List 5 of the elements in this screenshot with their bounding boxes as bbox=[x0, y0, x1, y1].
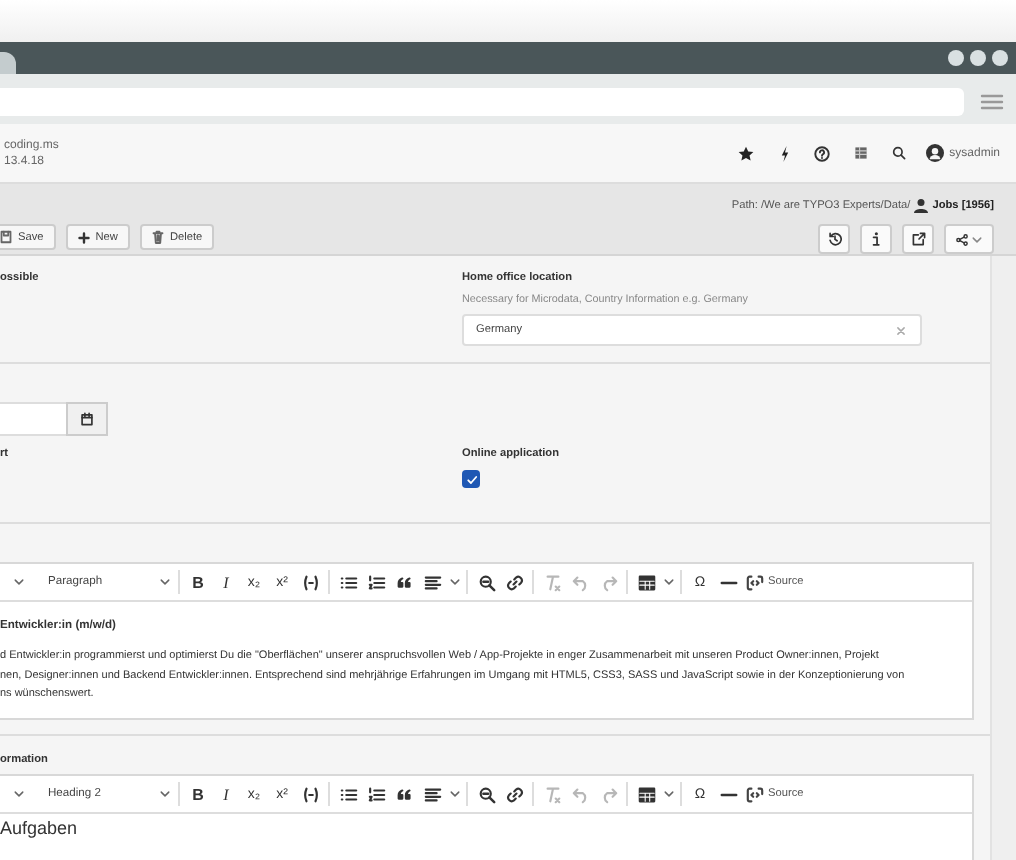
italic-button[interactable]: I bbox=[212, 780, 240, 808]
bold-button[interactable]: B bbox=[184, 568, 212, 596]
italic-button[interactable]: I bbox=[212, 568, 240, 596]
bold-button[interactable]: B bbox=[184, 780, 212, 808]
editor-heading: Aufgaben bbox=[0, 818, 80, 842]
